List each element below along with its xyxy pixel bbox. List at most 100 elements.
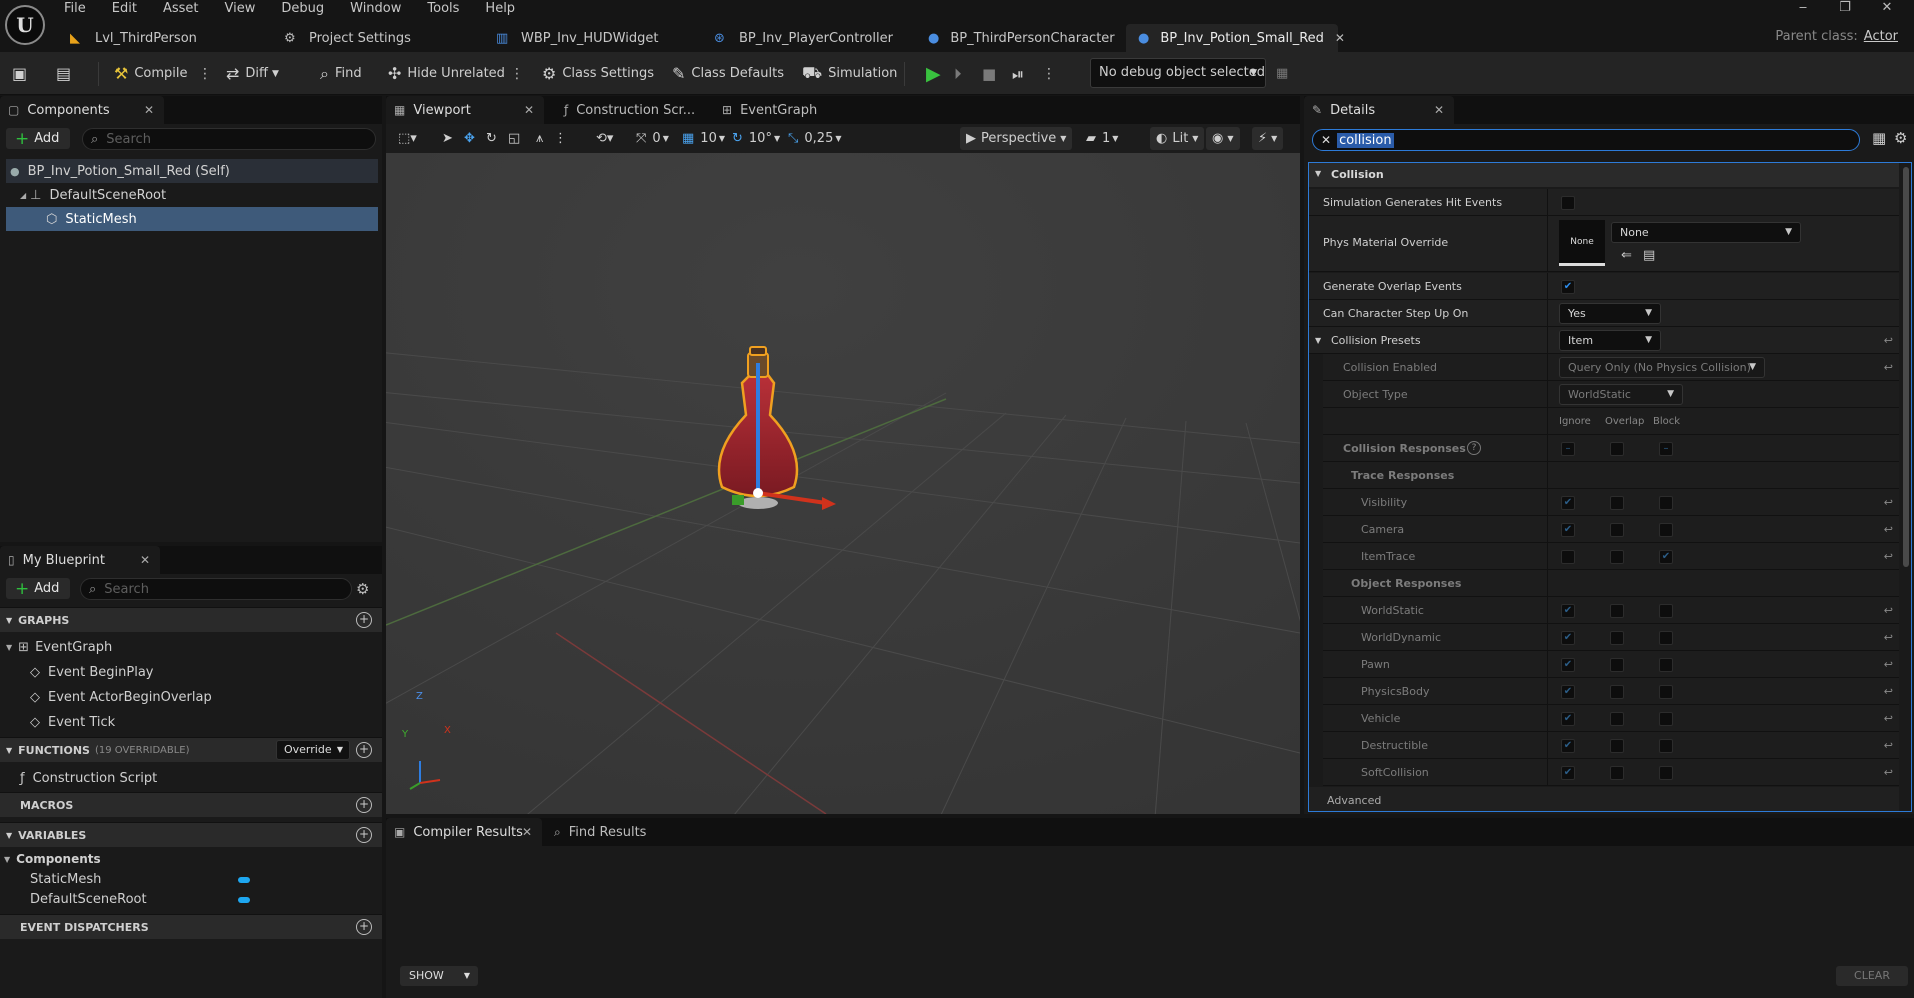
variable-item[interactable]: DefaultSceneRoot — [30, 888, 260, 910]
tab-compiler-results[interactable]: ▣ Compiler Results ✕ — [386, 818, 542, 846]
close-icon[interactable]: ✕ — [140, 553, 150, 567]
ignore-checkbox[interactable]: ✔ — [1561, 685, 1575, 699]
scale-tool-button[interactable]: ◱ — [508, 127, 520, 150]
parent-class-link[interactable]: Actor — [1864, 29, 1898, 44]
add-function-icon[interactable]: + — [356, 742, 372, 758]
details-search-input[interactable]: ✕ collision — [1312, 129, 1860, 151]
overlap-checkbox[interactable] — [1610, 685, 1624, 699]
step-button[interactable]: ⏵ — [954, 60, 968, 87]
use-selected-asset-icon[interactable]: ⇐ — [1621, 248, 1632, 263]
block-checkbox[interactable] — [1659, 739, 1673, 753]
ignore-checkbox[interactable]: ✔ — [1561, 631, 1575, 645]
reset-to-default-icon[interactable]: ↩ — [1884, 631, 1893, 644]
browse-asset-icon[interactable]: ▤ — [1643, 248, 1655, 263]
browse-button[interactable]: ▤ — [56, 60, 77, 87]
blueprint-search-input[interactable]: ⌕ Search — [80, 578, 352, 600]
clear-search-icon[interactable]: ✕ — [1321, 133, 1331, 147]
tab-viewport[interactable]: ▦ Viewport ✕ — [386, 96, 544, 124]
menu-view[interactable]: View — [225, 0, 268, 18]
add-macro-icon[interactable]: + — [356, 797, 372, 813]
event-item[interactable]: ◇ Event Tick — [30, 711, 115, 733]
rotation-snap-button[interactable]: ⤧ 0 ▼ — [636, 127, 669, 150]
ignore-checkbox[interactable]: ✔ — [1561, 712, 1575, 726]
overlap-checkbox[interactable] — [1610, 712, 1624, 726]
menu-file[interactable]: File — [64, 0, 98, 18]
play-button[interactable]: ▶ — [926, 60, 947, 87]
generate-overlap-events-checkbox[interactable]: ✔ — [1561, 280, 1575, 294]
overlap-checkbox[interactable] — [1610, 739, 1624, 753]
advanced-row[interactable]: Advanced — [1309, 787, 1899, 811]
viewport-scene[interactable]: Z X Y — [386, 153, 1300, 814]
tab-wbp-inv-hudwidget[interactable]: ▥ WBP_Inv_HUDWidget — [484, 24, 702, 52]
tree-item-defaultsceneroot[interactable]: ◢ ⊥ DefaultSceneRoot — [6, 183, 378, 207]
save-button[interactable]: ▣ — [12, 60, 33, 87]
help-icon[interactable]: ? — [1467, 441, 1481, 455]
block-checkbox[interactable] — [1659, 631, 1673, 645]
components-variable-group[interactable]: ▼ Components — [4, 848, 101, 870]
block-checkbox[interactable]: ✔ — [1659, 550, 1673, 564]
reset-to-default-icon[interactable]: ↩ — [1884, 685, 1893, 698]
details-scrollbar[interactable] — [1903, 167, 1909, 567]
add-variable-icon[interactable]: + — [356, 827, 372, 843]
menu-debug[interactable]: Debug — [281, 0, 336, 18]
collision-category-header[interactable]: ▼ Collision — [1309, 163, 1899, 187]
tab-details[interactable]: ✎ Details ✕ — [1304, 96, 1454, 124]
diff-button[interactable]: ⇄ Diff ▼ — [226, 60, 279, 87]
tab-construction-script[interactable]: ƒ Construction Scr... — [556, 96, 716, 124]
select-mode-button[interactable]: ⬚▾ — [398, 127, 417, 150]
add-graph-icon[interactable]: + — [356, 612, 372, 628]
rotate-tool-button[interactable]: ↻ — [486, 127, 497, 150]
reset-to-default-icon[interactable]: ↩ — [1884, 496, 1893, 509]
ignore-checkbox[interactable]: ✔ — [1561, 739, 1575, 753]
event-dispatchers-section-header[interactable]: EVENT DISPATCHERS + — [0, 914, 382, 939]
menu-edit[interactable]: Edit — [112, 0, 149, 18]
class-defaults-button[interactable]: ✎ Class Defaults — [672, 60, 784, 87]
block-checkbox[interactable] — [1659, 766, 1673, 780]
debug-object-select[interactable]: No debug object selected ▼ — [1090, 58, 1266, 88]
coordinate-space-button[interactable]: ⟲▾ — [596, 127, 613, 150]
add-blueprint-item-button[interactable]: + Add — [6, 578, 70, 599]
ignore-checkbox[interactable]: ✔ — [1561, 766, 1575, 780]
unreal-logo-icon[interactable]: U — [5, 5, 45, 45]
tab-my-blueprint[interactable]: ▯ My Blueprint ✕ — [0, 546, 160, 574]
functions-section-header[interactable]: ▼ FUNCTIONS (19 OVERRIDABLE) Override ▼ + — [0, 737, 382, 762]
tab-eventgraph[interactable]: ⊞ EventGraph — [714, 96, 854, 124]
reset-to-default-icon[interactable]: ↩ — [1884, 766, 1893, 779]
all-ignore-checkbox[interactable]: – — [1561, 442, 1575, 456]
surface-snap-button[interactable]: ⩚ — [536, 127, 543, 150]
overlap-checkbox[interactable] — [1610, 496, 1624, 510]
tab-bp-thirdpersoncharacter[interactable]: ● BP_ThirdPersonCharacter — [916, 24, 1126, 52]
tree-item-staticmesh[interactable]: ⬡ StaticMesh — [6, 207, 378, 231]
tab-bp-inv-potion-small-red[interactable]: ● BP_Inv_Potion_Small_Red ✕ — [1126, 24, 1345, 52]
close-window-button[interactable]: ✕ — [1866, 0, 1908, 16]
menu-tools[interactable]: Tools — [427, 0, 471, 18]
ignore-checkbox[interactable]: ✔ — [1561, 604, 1575, 618]
reset-to-default-icon[interactable]: ↩ — [1884, 550, 1893, 563]
overlap-checkbox[interactable] — [1610, 631, 1624, 645]
transform-options-button[interactable]: ⋮ — [554, 127, 567, 150]
hide-unrelated-options-button[interactable]: ⋮ — [510, 60, 524, 87]
select-tool-button[interactable]: ➤ — [442, 127, 453, 150]
debug-browse-button[interactable]: ▦ — [1276, 60, 1294, 87]
compile-options-button[interactable]: ⋮ — [198, 60, 212, 87]
menu-asset[interactable]: Asset — [163, 0, 211, 18]
tab-components[interactable]: ▢ Components ✕ — [0, 96, 164, 124]
add-dispatcher-icon[interactable]: + — [356, 919, 372, 935]
ignore-checkbox[interactable]: ✔ — [1561, 658, 1575, 672]
all-block-checkbox[interactable]: – — [1659, 442, 1673, 456]
reset-to-default-icon[interactable]: ↩ — [1884, 712, 1893, 725]
perspective-button[interactable]: ▶ Perspective ▼ — [960, 127, 1073, 150]
reset-to-default-icon[interactable]: ↩ — [1884, 739, 1893, 752]
block-checkbox[interactable] — [1659, 496, 1673, 510]
block-checkbox[interactable] — [1659, 658, 1673, 672]
reset-to-default-icon[interactable]: ↩ — [1884, 361, 1893, 374]
ignore-checkbox[interactable]: ✔ — [1561, 496, 1575, 510]
overlap-checkbox[interactable] — [1610, 766, 1624, 780]
overlap-checkbox[interactable] — [1610, 550, 1624, 564]
simulation-button[interactable]: ⛟ Simulation — [802, 60, 897, 87]
restore-button[interactable]: ❐ — [1824, 0, 1866, 16]
close-icon[interactable]: ✕ — [522, 825, 532, 839]
all-overlap-checkbox[interactable] — [1610, 442, 1624, 456]
reset-to-default-icon[interactable]: ↩ — [1884, 523, 1893, 536]
block-checkbox[interactable] — [1659, 523, 1673, 537]
